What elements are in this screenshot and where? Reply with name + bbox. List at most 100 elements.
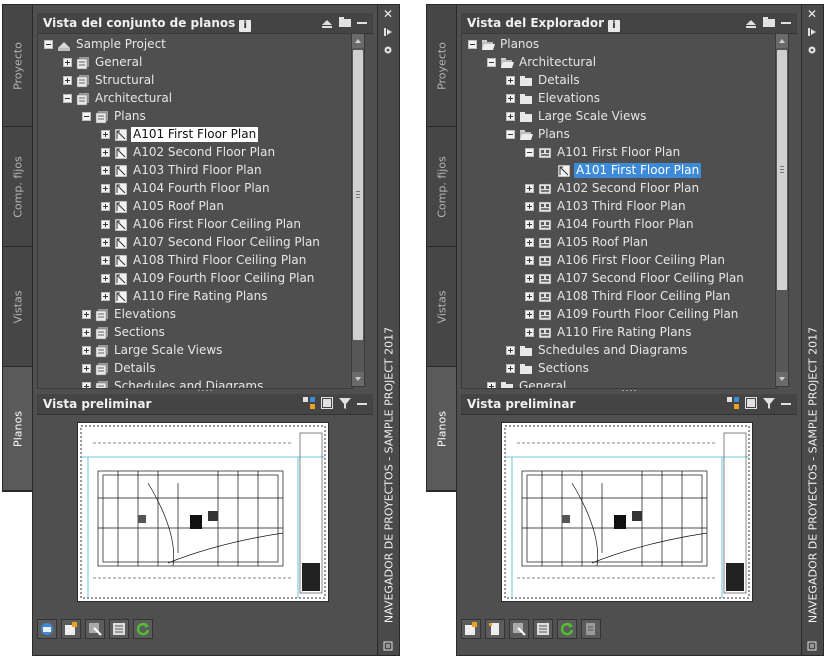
sync-button[interactable] [581, 619, 601, 639]
expand-icon[interactable] [101, 292, 110, 301]
minimize-icon[interactable] [357, 403, 367, 405]
expand-icon[interactable] [525, 184, 534, 193]
tree-item[interactable]: Details [38, 360, 352, 378]
tree-item[interactable]: A103 Third Floor Plan [38, 162, 352, 180]
tree-item[interactable]: Schedules and Diagrams [38, 378, 352, 388]
sheet-set-tools-icon[interactable] [745, 16, 757, 28]
expand-icon[interactable] [525, 310, 534, 319]
tree-item[interactable]: A108 Third Floor Ceiling Plan [462, 288, 776, 306]
tree-item[interactable]: A101 First Floor Plan [38, 126, 352, 144]
tree-item[interactable]: Architectural [462, 54, 776, 72]
expand-icon[interactable] [525, 202, 534, 211]
minimize-icon[interactable] [357, 22, 367, 24]
view-sheet-button[interactable] [509, 619, 529, 639]
expand-icon[interactable] [506, 346, 515, 355]
new-subset-button[interactable] [485, 619, 505, 639]
scroll-down-arrow-icon[interactable] [352, 372, 364, 386]
tree-item[interactable]: Sample Project [38, 36, 352, 54]
info-icon[interactable]: i [239, 20, 252, 32]
tree-item[interactable]: General [38, 54, 352, 72]
scroll-up-arrow-icon[interactable] [352, 34, 364, 48]
sheet-set-tools-icon[interactable] [321, 16, 333, 28]
tab-comp-fijos[interactable]: Comp. fijos [427, 127, 457, 247]
tree-item[interactable]: Elevations [462, 90, 776, 108]
settings-icon[interactable] [383, 45, 393, 55]
panel-splitter[interactable] [37, 389, 373, 393]
tab-proyecto[interactable]: Proyecto [3, 5, 33, 127]
tree-item[interactable]: A101 First Floor Plan [462, 162, 776, 180]
tree-item[interactable]: A102 Second Floor Plan [462, 180, 776, 198]
minimize-icon[interactable] [781, 22, 791, 24]
refresh-button[interactable] [557, 619, 577, 639]
close-icon[interactable]: ✕ [807, 7, 817, 21]
tree-scrollbar[interactable] [775, 33, 789, 387]
tree-item[interactable]: Plans [38, 108, 352, 126]
expand-icon[interactable] [63, 76, 72, 85]
expand-icon[interactable] [525, 292, 534, 301]
tree-item[interactable]: Sections [38, 324, 352, 342]
expand-icon[interactable] [101, 166, 110, 175]
auto-hide-icon[interactable] [383, 27, 393, 37]
expand-icon[interactable] [101, 130, 110, 139]
scroll-up-arrow-icon[interactable] [776, 34, 788, 48]
expand-icon[interactable] [487, 382, 496, 388]
properties-button[interactable] [109, 619, 129, 639]
tree-item[interactable]: Architectural [38, 90, 352, 108]
tree-item[interactable]: A109 Fourth Floor Ceiling Plan [462, 306, 776, 324]
expand-icon[interactable] [506, 364, 515, 373]
tree-item[interactable]: A104 Fourth Floor Plan [38, 180, 352, 198]
refresh-button[interactable] [133, 619, 153, 639]
expand-icon[interactable] [525, 328, 534, 337]
collapse-icon[interactable] [487, 58, 496, 67]
palette-menu-icon[interactable] [807, 641, 817, 651]
tree-item[interactable]: A109 Fourth Floor Ceiling Plan [38, 270, 352, 288]
tree-item[interactable]: Plans [462, 126, 776, 144]
folder-icon[interactable] [763, 16, 775, 28]
tree-item[interactable]: Details [462, 72, 776, 90]
tree-item[interactable]: Sections [462, 360, 776, 378]
tree-item[interactable]: Large Scale Views [38, 342, 352, 360]
collapse-icon[interactable] [468, 40, 477, 49]
tree-item[interactable]: Planos [462, 36, 776, 54]
collapse-icon[interactable] [525, 148, 534, 157]
settings-icon[interactable] [807, 45, 817, 55]
expand-icon[interactable] [525, 274, 534, 283]
tree-item[interactable]: A107 Second Floor Ceiling Plan [462, 270, 776, 288]
tab-vistas[interactable]: Vistas [3, 247, 33, 367]
sheet-view-icon[interactable] [745, 397, 757, 409]
tab-proyecto[interactable]: Proyecto [427, 5, 457, 127]
expand-icon[interactable] [101, 184, 110, 193]
expand-icon[interactable] [525, 220, 534, 229]
scroll-thumb[interactable] [353, 50, 363, 340]
expand-icon[interactable] [101, 220, 110, 229]
tree-item[interactable]: A104 Fourth Floor Plan [462, 216, 776, 234]
new-sheet-button[interactable] [461, 619, 481, 639]
tree-item[interactable]: A105 Roof Plan [38, 198, 352, 216]
folder-icon[interactable] [339, 16, 351, 28]
tree-item[interactable]: A106 First Floor Ceiling Plan [38, 216, 352, 234]
tree-item[interactable]: A103 Third Floor Plan [462, 198, 776, 216]
expand-icon[interactable] [525, 238, 534, 247]
scroll-down-arrow-icon[interactable] [776, 372, 788, 386]
properties-button[interactable] [533, 619, 553, 639]
tree-item[interactable]: A110 Fire Rating Plans [462, 324, 776, 342]
tab-planos[interactable]: Planos [427, 367, 457, 491]
view-options-icon[interactable] [303, 397, 315, 409]
info-icon[interactable]: i [608, 20, 621, 32]
view-sheet-button[interactable] [85, 619, 105, 639]
filter-icon[interactable] [339, 397, 351, 409]
expand-icon[interactable] [101, 148, 110, 157]
tree-item[interactable]: Structural [38, 72, 352, 90]
tree-item[interactable]: A105 Roof Plan [462, 234, 776, 252]
tree-item[interactable]: Elevations [38, 306, 352, 324]
expand-icon[interactable] [82, 382, 91, 388]
new-sheet-button[interactable] [61, 619, 81, 639]
expand-icon[interactable] [101, 238, 110, 247]
collapse-icon[interactable] [63, 94, 72, 103]
tab-vistas[interactable]: Vistas [427, 247, 457, 367]
expand-icon[interactable] [82, 328, 91, 337]
view-options-icon[interactable] [727, 397, 739, 409]
tree-item[interactable]: A106 First Floor Ceiling Plan [462, 252, 776, 270]
filter-icon[interactable] [763, 397, 775, 409]
tree-item[interactable]: A108 Third Floor Ceiling Plan [38, 252, 352, 270]
